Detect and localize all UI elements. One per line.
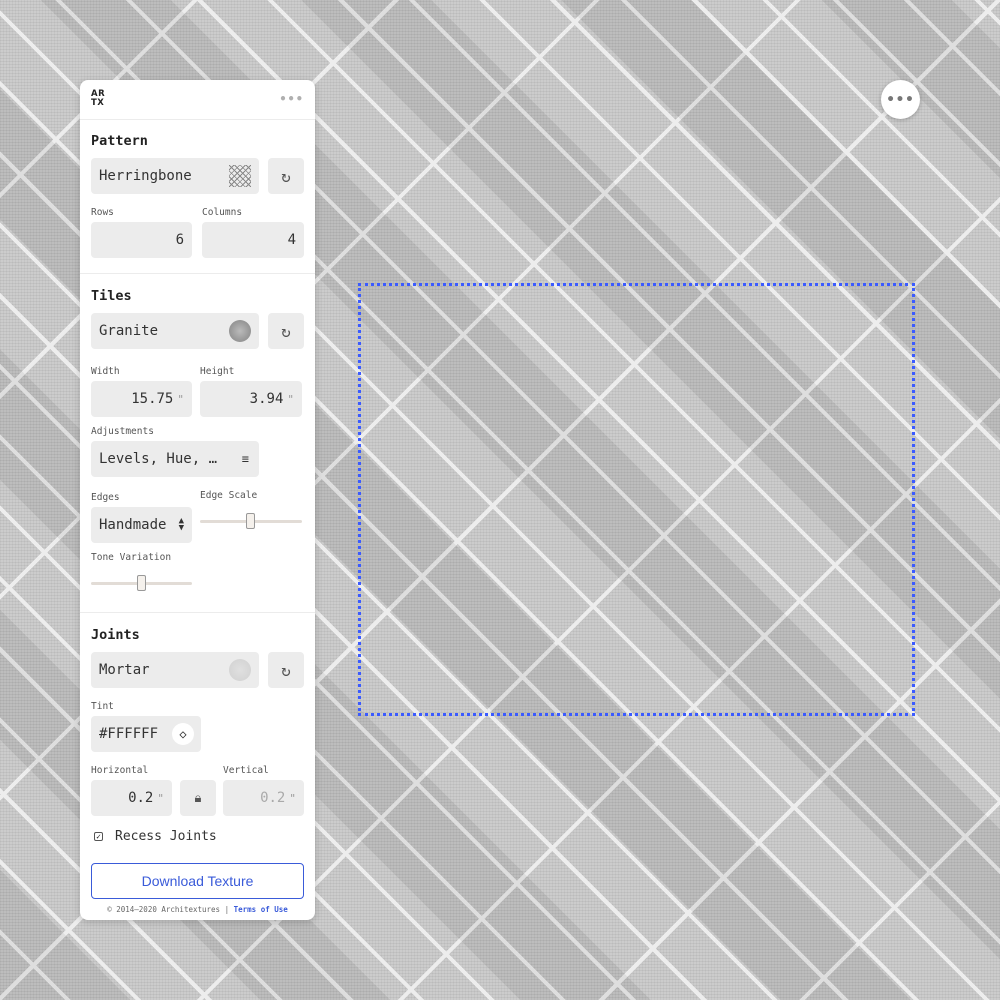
- pattern-title: Pattern: [91, 133, 148, 149]
- tone-variation-label: Tone Variation: [91, 552, 172, 563]
- height-label: Height: [200, 366, 235, 377]
- tint-label: Tint: [91, 701, 114, 712]
- width-input[interactable]: 15.75 ": [91, 381, 192, 417]
- edges-select[interactable]: Handmade ▲ ▼: [91, 507, 192, 543]
- vertical-value: 0.2: [260, 790, 286, 806]
- horizontal-value: 0.2: [128, 790, 154, 806]
- tone-variation-slider[interactable]: [91, 575, 192, 591]
- panel-more-icon[interactable]: •••: [279, 92, 304, 106]
- height-unit: ": [287, 392, 294, 406]
- tone-variation-thumb[interactable]: [137, 575, 146, 591]
- tile-material-select[interactable]: Granite: [91, 313, 259, 349]
- adjustments-button[interactable]: Levels, Hue, … ≡: [91, 441, 259, 477]
- footer: © 2014–2020 Architextures | Terms of Use: [80, 905, 315, 914]
- select-arrows-icon: ▲ ▼: [178, 516, 184, 533]
- width-label: Width: [91, 366, 120, 377]
- tiles-section: Tiles Granite ↻ Width 15.75 " Height 3.9…: [80, 274, 315, 613]
- logo-bottom: TX: [91, 97, 105, 108]
- selection-rectangle[interactable]: [358, 283, 915, 716]
- adjustments-value: Levels, Hue, …: [99, 451, 218, 467]
- settings-panel: AR TX ••• Pattern Herringbone ↻ Rows 6 C…: [80, 80, 315, 920]
- granite-swatch-icon: [229, 320, 251, 342]
- joints-title: Joints: [91, 627, 140, 643]
- adjustments-label: Adjustments: [91, 426, 154, 437]
- paint-bucket-icon[interactable]: ◇: [172, 723, 194, 745]
- edge-scale-thumb[interactable]: [246, 513, 255, 529]
- columns-value: 4: [287, 232, 296, 248]
- edge-scale-slider[interactable]: [200, 513, 302, 529]
- rows-value: 6: [175, 232, 184, 248]
- vertical-joint-input[interactable]: 0.2 ": [223, 780, 304, 816]
- rows-label: Rows: [91, 207, 114, 218]
- pattern-refresh-button[interactable]: ↻: [268, 158, 304, 194]
- horizontal-joint-input[interactable]: 0.2 ": [91, 780, 172, 816]
- lock-icon: 🔒︎: [194, 790, 202, 806]
- lock-joints-button[interactable]: 🔒︎: [180, 780, 216, 816]
- recess-joints-row[interactable]: ✓ Recess Joints: [94, 829, 217, 844]
- recess-joints-label: Recess Joints: [115, 829, 217, 844]
- panel-header: AR TX •••: [80, 80, 315, 120]
- logo[interactable]: AR TX: [91, 90, 109, 108]
- copyright-text: © 2014–2020 Architextures |: [107, 905, 230, 914]
- more-options-button[interactable]: •••: [881, 80, 920, 119]
- more-icon: •••: [886, 91, 915, 108]
- joints-section: Joints Mortar ↻ Tint #FFFFFF ◇ Horizonta…: [80, 613, 315, 851]
- pattern-select[interactable]: Herringbone: [91, 158, 259, 194]
- height-value: 3.94: [249, 391, 284, 407]
- edges-value: Handmade: [99, 517, 167, 533]
- horizontal-label: Horizontal: [91, 765, 149, 776]
- width-value: 15.75: [131, 391, 174, 407]
- pattern-section: Pattern Herringbone ↻ Rows 6 Columns 4: [80, 120, 315, 274]
- height-input[interactable]: 3.94 ": [200, 381, 302, 417]
- horizontal-unit: ": [157, 791, 164, 805]
- refresh-icon: ↻: [281, 166, 291, 186]
- columns-label: Columns: [202, 207, 243, 218]
- tiles-refresh-button[interactable]: ↻: [268, 313, 304, 349]
- width-unit: ": [177, 392, 184, 406]
- vertical-unit: ": [289, 791, 296, 805]
- mortar-swatch-icon: [229, 659, 251, 681]
- vertical-label: Vertical: [223, 765, 269, 776]
- rows-input[interactable]: 6: [91, 222, 192, 258]
- tint-value: #FFFFFF: [99, 726, 159, 742]
- terms-link[interactable]: Terms of Use: [234, 905, 288, 914]
- joint-material-value: Mortar: [99, 662, 150, 678]
- sliders-icon: ≡: [241, 452, 249, 466]
- pattern-value: Herringbone: [99, 168, 192, 184]
- joint-material-select[interactable]: Mortar: [91, 652, 259, 688]
- tint-input[interactable]: #FFFFFF ◇: [91, 716, 201, 752]
- refresh-icon: ↻: [281, 660, 291, 680]
- columns-input[interactable]: 4: [202, 222, 304, 258]
- refresh-icon: ↻: [281, 321, 291, 341]
- joints-refresh-button[interactable]: ↻: [268, 652, 304, 688]
- tiles-title: Tiles: [91, 288, 132, 304]
- edge-scale-label: Edge Scale: [200, 490, 258, 501]
- download-texture-button[interactable]: Download Texture: [91, 863, 304, 899]
- tile-material-value: Granite: [99, 323, 159, 339]
- herringbone-pattern-icon: [229, 165, 251, 187]
- recess-joints-checkbox[interactable]: ✓: [94, 832, 103, 841]
- edges-label: Edges: [91, 492, 120, 503]
